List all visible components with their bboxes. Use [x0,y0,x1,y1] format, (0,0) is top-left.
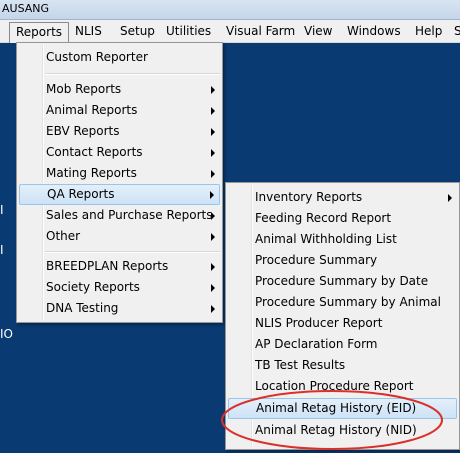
submenu-arrow-icon [448,194,452,202]
menu-item-label: Contact Reports [46,145,143,159]
menu-help[interactable]: Help [415,22,442,40]
menu-item-label: Inventory Reports [255,190,363,204]
menu-item-label: DNA Testing [46,301,119,315]
menu-item-mob-reports[interactable]: Mob Reports [19,79,220,100]
menu-overflow[interactable]: S [454,22,460,40]
menu-item-sales-purchase-reports[interactable]: Sales and Purchase Reports [19,205,220,226]
menu-item-label: Sales and Purchase Reports [46,208,213,222]
submenu-item-location-procedure-report[interactable]: Location Procedure Report [228,376,457,397]
submenu-arrow-icon [211,233,215,241]
menu-visual-farm[interactable]: Visual Farm [226,22,295,40]
menu-separator [45,251,220,253]
menu-item-breedplan-reports[interactable]: BREEDPLAN Reports [19,256,220,277]
submenu-arrow-icon [211,149,215,157]
menu-item-label: EBV Reports [46,124,120,138]
submenu-item-feeding-record-report[interactable]: Feeding Record Report [228,208,457,229]
menu-nlis[interactable]: NLIS [75,22,102,40]
menu-item-label: BREEDPLAN Reports [46,259,169,273]
menu-item-label: QA Reports [47,187,115,201]
menu-item-mating-reports[interactable]: Mating Reports [19,163,220,184]
menu-item-dna-testing[interactable]: DNA Testing [19,298,220,319]
submenu-item-tb-test-results[interactable]: TB Test Results [228,355,457,376]
menu-item-society-reports[interactable]: Society Reports [19,277,220,298]
submenu-item-procedure-summary[interactable]: Procedure Summary [228,250,457,271]
submenu-arrow-icon [211,212,215,220]
menu-item-ebv-reports[interactable]: EBV Reports [19,121,220,142]
submenu-item-animal-withholding-list[interactable]: Animal Withholding List [228,229,457,250]
submenu-arrow-icon [211,305,215,313]
background-text-fragment: I [0,243,4,257]
qa-reports-submenu: Inventory Reports Feeding Record Report … [225,182,460,450]
menu-item-animal-reports[interactable]: Animal Reports [19,100,220,121]
menu-item-other[interactable]: Other [19,226,220,247]
menu-reports[interactable]: Reports [9,22,70,43]
menu-item-label: Other [46,229,81,243]
background-text-fragment: I [0,203,4,217]
submenu-arrow-icon [211,107,215,115]
background-text-fragment: IO [0,327,13,341]
menu-bar: Reports NLIS Setup Utilities Visual Farm… [0,20,460,43]
menu-separator [45,73,220,75]
menu-item-label: Society Reports [46,280,140,294]
menu-utilities[interactable]: Utilities [166,22,211,40]
submenu-arrow-icon [211,86,215,94]
menu-setup[interactable]: Setup [120,22,155,40]
submenu-item-animal-retag-history-eid[interactable]: Animal Retag History (EID) [228,398,457,419]
submenu-arrow-icon [211,170,215,178]
submenu-item-procedure-summary-by-date[interactable]: Procedure Summary by Date [228,271,457,292]
submenu-item-ap-declaration-form[interactable]: AP Declaration Form [228,334,457,355]
submenu-item-animal-retag-history-nid[interactable]: Animal Retag History (NID) [228,420,457,441]
menu-item-contact-reports[interactable]: Contact Reports [19,142,220,163]
menu-item-label: Animal Reports [46,103,138,117]
window-titlebar: AUSANG [0,0,460,20]
submenu-arrow-icon [211,284,215,292]
submenu-arrow-icon [211,263,215,271]
submenu-item-inventory-reports[interactable]: Inventory Reports [228,187,457,208]
menu-windows[interactable]: Windows [347,22,401,40]
window-title: AUSANG [2,2,50,15]
menu-item-custom-reporter[interactable]: Custom Reporter [19,47,220,68]
menu-view[interactable]: View [304,22,332,40]
menu-item-label: Mob Reports [46,82,122,96]
submenu-item-procedure-summary-by-animal[interactable]: Procedure Summary by Animal [228,292,457,313]
submenu-arrow-icon [210,191,214,199]
reports-dropdown-menu: Custom Reporter Mob Reports Animal Repor… [16,42,223,323]
submenu-arrow-icon [211,128,215,136]
menu-item-label: Mating Reports [46,166,137,180]
submenu-item-nlis-producer-report[interactable]: NLIS Producer Report [228,313,457,334]
menu-item-qa-reports[interactable]: QA Reports [19,184,220,205]
